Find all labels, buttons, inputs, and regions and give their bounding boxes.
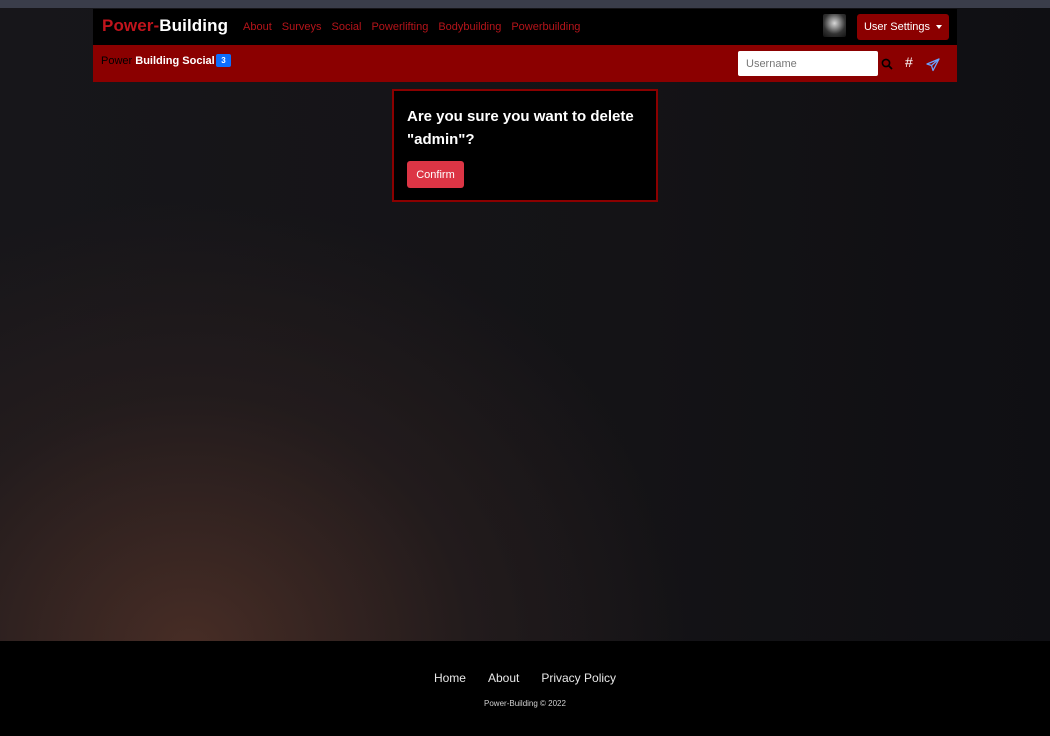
nav-link-social[interactable]: Social bbox=[332, 21, 362, 33]
caret-down-icon bbox=[936, 25, 943, 29]
main-navbar: Power-Building About Surveys Social Powe… bbox=[93, 9, 957, 45]
delete-confirm-dialog: Are you sure you want to delete "admin"?… bbox=[392, 89, 658, 202]
footer-link-privacy[interactable]: Privacy Policy bbox=[541, 671, 616, 685]
brand-part1: Power- bbox=[102, 16, 160, 35]
confirm-button[interactable]: Confirm bbox=[407, 161, 464, 188]
social-title-part1: Power bbox=[101, 55, 133, 67]
user-settings-label: User Settings bbox=[863, 21, 931, 33]
social-subbar: Power Building Social 3 # bbox=[93, 45, 957, 82]
nav-link-about[interactable]: About bbox=[243, 21, 272, 33]
avatar[interactable] bbox=[823, 14, 846, 37]
delete-confirm-message: Are you sure you want to delete "admin"? bbox=[407, 108, 634, 148]
nav-link-bodybuilding[interactable]: Bodybuilding bbox=[438, 21, 501, 33]
search-icon[interactable] bbox=[881, 58, 893, 70]
nav-link-powerbuilding[interactable]: Powerbuilding bbox=[511, 21, 580, 33]
hashtag-icon[interactable]: # bbox=[905, 54, 913, 70]
browser-top-strip bbox=[0, 0, 1050, 8]
social-title-part2: Building Social bbox=[135, 55, 215, 67]
notification-badge[interactable]: 3 bbox=[216, 54, 231, 67]
nav-link-surveys[interactable]: Surveys bbox=[282, 21, 322, 33]
footer-links: Home About Privacy Policy bbox=[0, 671, 1050, 685]
footer: Home About Privacy Policy Power-Building… bbox=[0, 641, 1050, 736]
username-search-input[interactable] bbox=[738, 51, 878, 76]
user-settings-button[interactable]: User Settings bbox=[857, 14, 949, 40]
brand-part2: Building bbox=[159, 16, 229, 35]
send-icon[interactable] bbox=[926, 58, 940, 72]
social-title[interactable]: Power Building Social bbox=[101, 55, 215, 67]
nav-links: About Surveys Social Powerlifting Bodybu… bbox=[243, 21, 590, 33]
nav-link-powerlifting[interactable]: Powerlifting bbox=[371, 21, 428, 33]
copyright-text: Power-Building © 2022 bbox=[484, 699, 566, 708]
brand-logo[interactable]: Power-Building bbox=[102, 16, 228, 36]
footer-link-home[interactable]: Home bbox=[434, 671, 466, 685]
footer-link-about[interactable]: About bbox=[488, 671, 519, 685]
